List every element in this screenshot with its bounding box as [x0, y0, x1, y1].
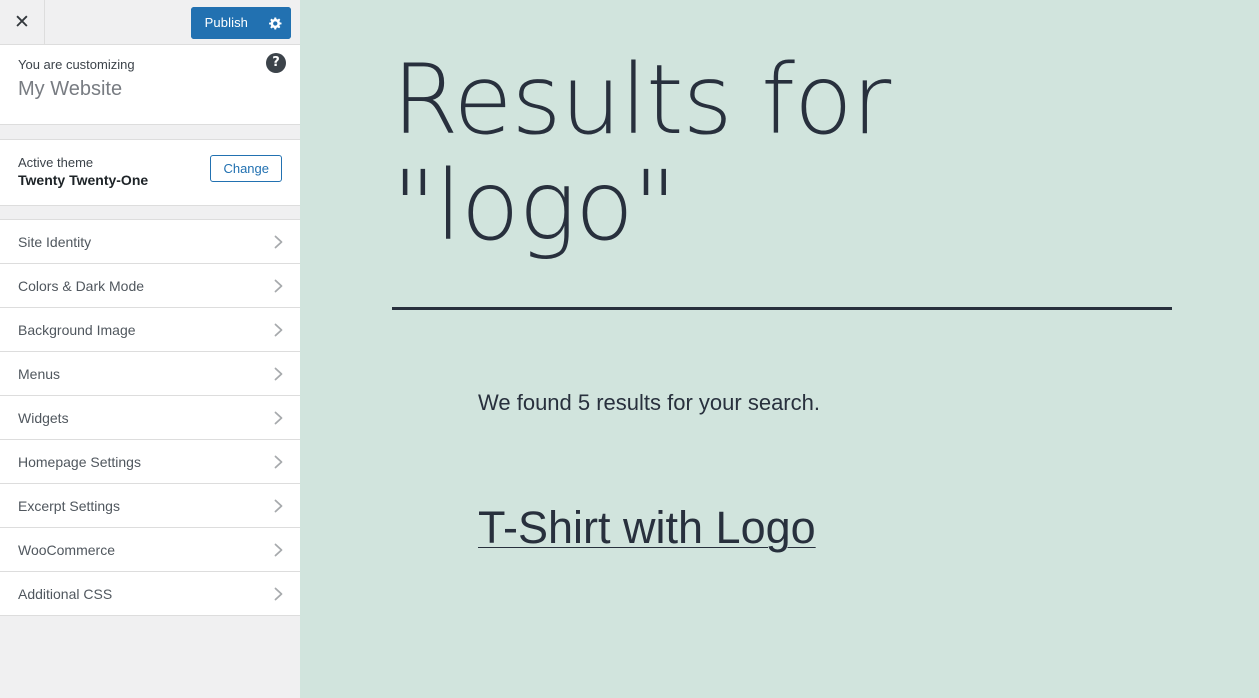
sidebar-item-menus[interactable]: Menus: [0, 352, 300, 396]
active-theme-text: Active theme Twenty Twenty-One: [18, 155, 148, 190]
active-theme-name: Twenty Twenty-One: [18, 172, 149, 189]
sidebar-item-label: Site Identity: [18, 233, 92, 250]
preview-content: Results for "logo" We found 5 results fo…: [392, 0, 1182, 555]
site-name: My Website: [18, 78, 123, 100]
sidebar-item-colors-dark-mode[interactable]: Colors & Dark Mode: [0, 264, 300, 308]
sidebar-item-excerpt-settings[interactable]: Excerpt Settings: [0, 484, 300, 528]
chevron-right-icon: [274, 279, 283, 292]
section-divider: [0, 125, 300, 140]
sidebar-item-label: Background Image: [18, 321, 136, 338]
chevron-right-icon: [274, 499, 283, 512]
publish-settings-button[interactable]: [260, 7, 291, 39]
chevron-right-icon: [274, 235, 283, 248]
sidebar-item-label: Excerpt Settings: [18, 497, 120, 514]
active-theme-section: Active theme Twenty Twenty-One Change: [0, 140, 300, 206]
customizing-label: You are customizing: [18, 57, 135, 72]
sidebar-item-widgets[interactable]: Widgets: [0, 396, 300, 440]
entry-title: T-Shirt with Logo: [392, 419, 1182, 555]
sidebar-item-site-identity[interactable]: Site Identity: [0, 220, 300, 264]
sidebar-item-homepage-settings[interactable]: Homepage Settings: [0, 440, 300, 484]
customizer-sidebar: ✕ Publish You are customizing My Website…: [0, 0, 300, 698]
customizer-screen: ✕ Publish You are customizing My Website…: [0, 0, 1259, 698]
sidebar-item-additional-css[interactable]: Additional CSS: [0, 572, 300, 616]
site-preview[interactable]: Results for "logo" We found 5 results fo…: [300, 0, 1259, 698]
active-theme-label: Active theme: [18, 155, 94, 171]
page-title: Results for "logo": [392, 44, 891, 262]
sidebar-item-label: Colors & Dark Mode: [18, 277, 145, 294]
customizer-topbar: ✕ Publish: [0, 0, 300, 45]
customizer-title-section: You are customizing My Website ?: [0, 45, 300, 125]
chevron-right-icon: [274, 455, 283, 468]
sidebar-item-label: Menus: [18, 365, 61, 382]
gear-icon: [269, 17, 282, 29]
publish-group: Publish: [190, 7, 291, 39]
change-theme-button[interactable]: Change: [210, 155, 282, 182]
close-customizer-button[interactable]: ✕: [0, 0, 45, 44]
chevron-right-icon: [274, 587, 283, 600]
sidebar-item-label: WooCommerce: [18, 541, 115, 558]
help-icon[interactable]: ?: [266, 53, 286, 73]
publish-button[interactable]: Publish: [190, 7, 260, 39]
chevron-right-icon: [274, 323, 283, 336]
sidebar-item-background-image[interactable]: Background Image: [0, 308, 300, 352]
chevron-right-icon: [274, 411, 283, 424]
sidebar-item-label: Homepage Settings: [18, 453, 141, 470]
customizer-section-list: Site Identity Colors & Dark Mode Backgroun…: [0, 220, 300, 616]
sidebar-item-woocommerce[interactable]: WooCommerce: [0, 528, 300, 572]
entry-title-link[interactable]: T-Shirt with Logo: [478, 502, 816, 553]
results-count: We found 5 results for your search.: [478, 390, 820, 416]
close-icon: ✕: [14, 10, 30, 33]
sidebar-item-label: Additional CSS: [18, 585, 113, 602]
panel-divider: [0, 206, 300, 220]
chevron-right-icon: [274, 543, 283, 556]
chevron-right-icon: [274, 367, 283, 380]
sidebar-item-label: Widgets: [18, 409, 69, 426]
